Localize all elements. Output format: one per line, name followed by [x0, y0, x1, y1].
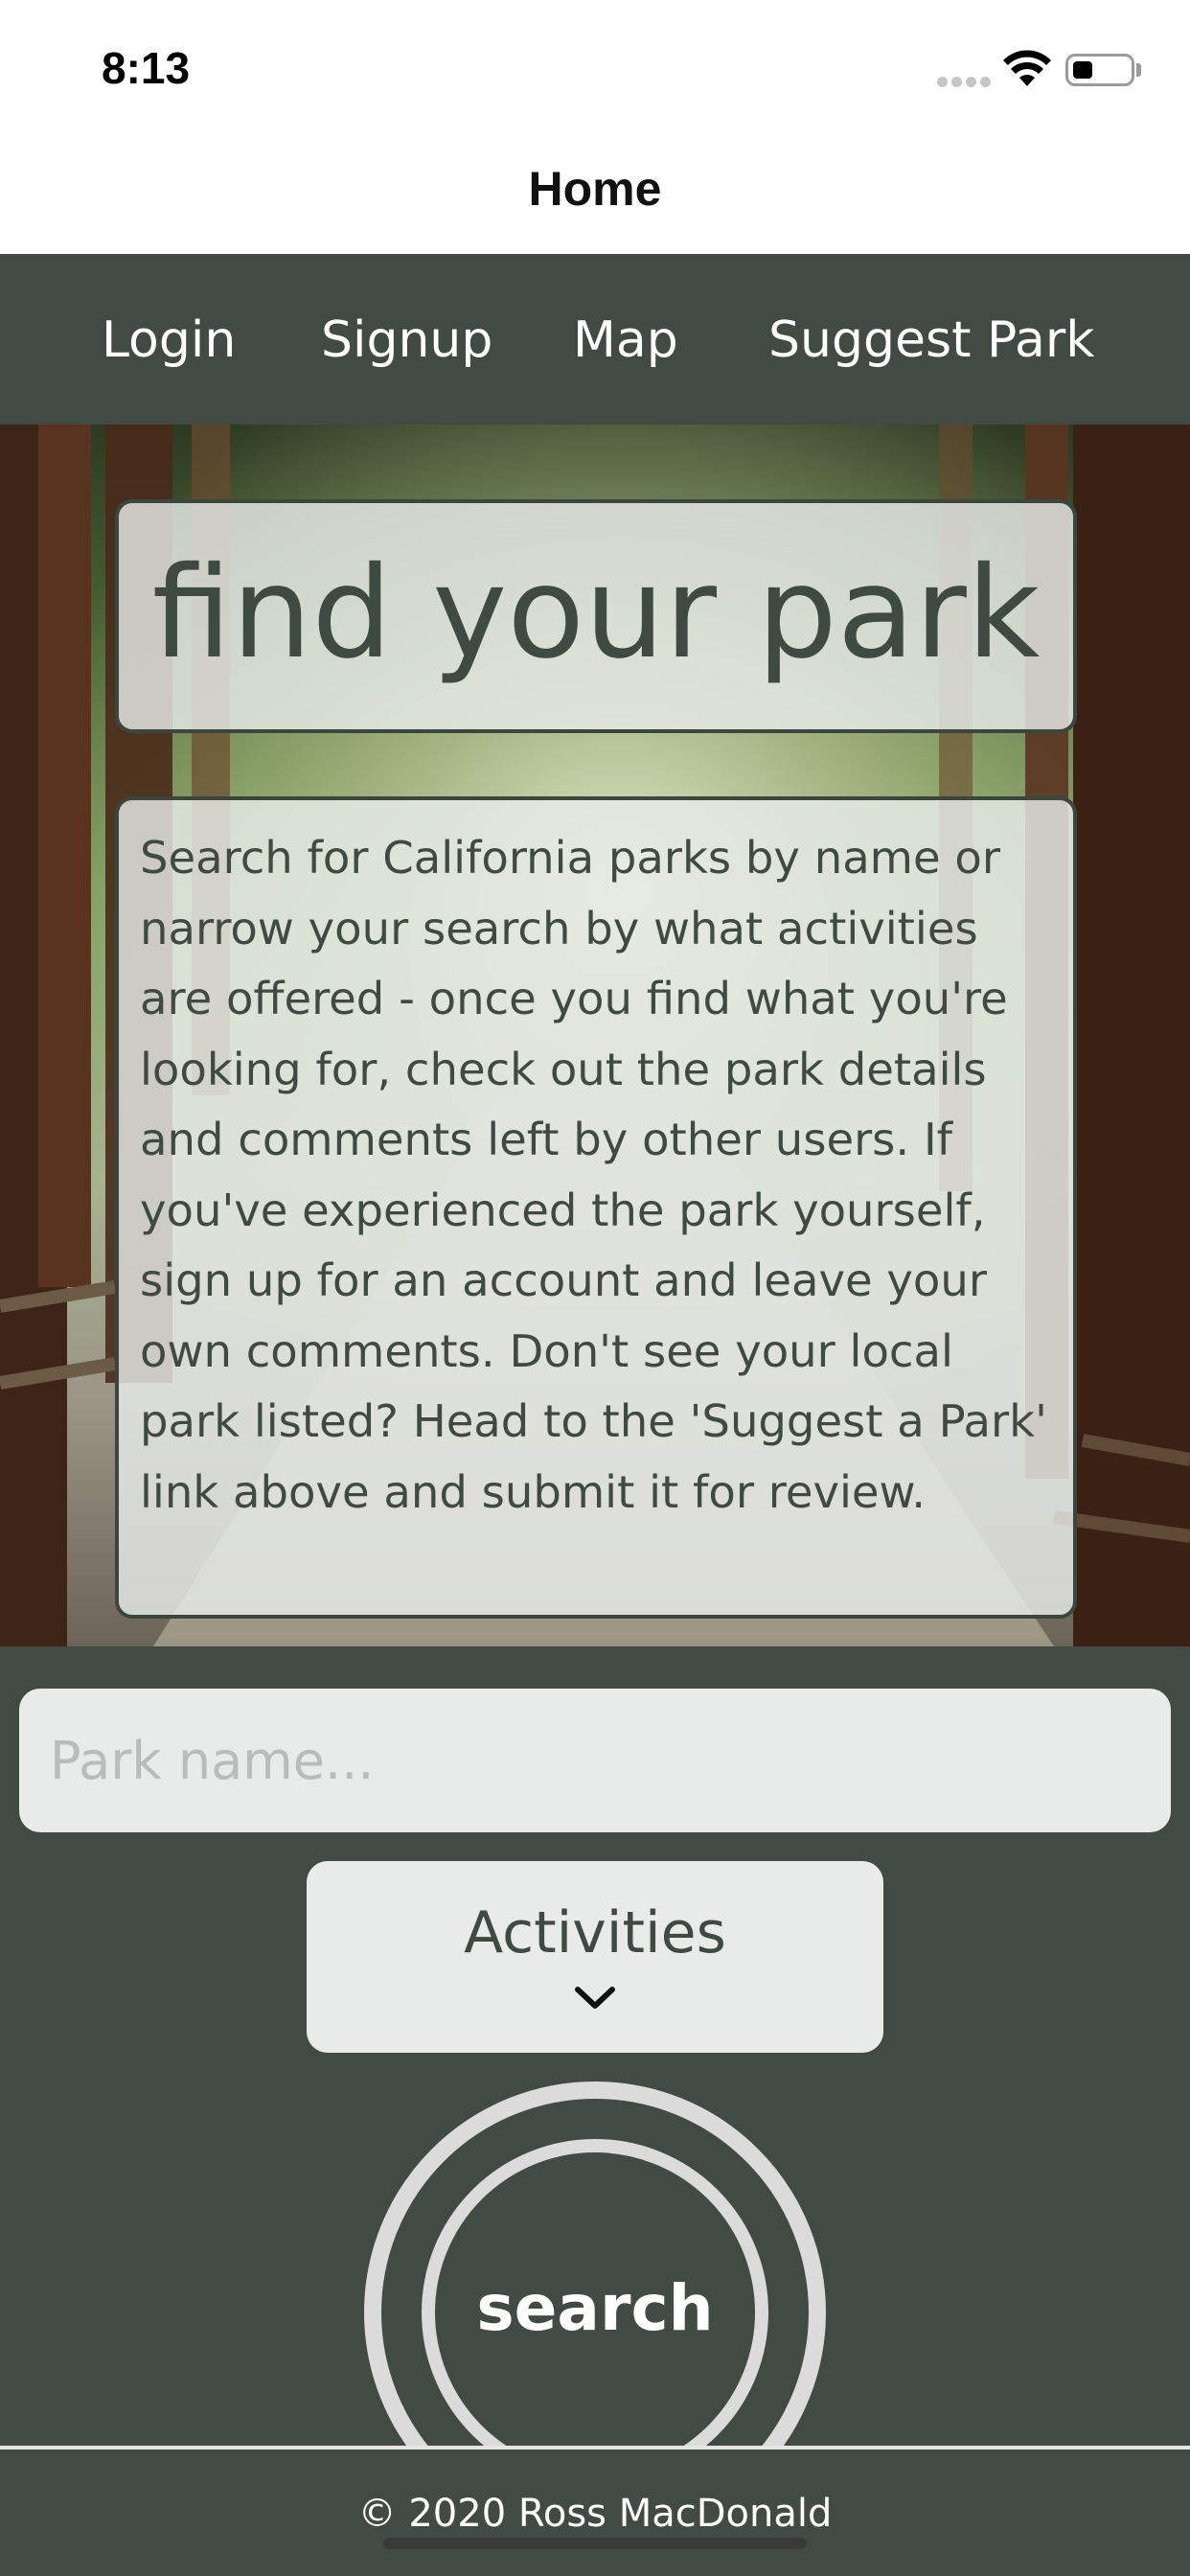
- nav-suggest-park-link[interactable]: Suggest Park: [768, 311, 1094, 369]
- footer-copyright: © 2020 Ross MacDonald: [357, 2492, 833, 2536]
- activities-dropdown-button[interactable]: Activities: [307, 1861, 883, 2053]
- wifi-icon: [1003, 50, 1051, 86]
- hero-section: find your park Search for California par…: [0, 425, 1190, 1646]
- battery-level: [1073, 61, 1092, 79]
- nav-signup-link[interactable]: Signup: [321, 311, 492, 369]
- hero-description-card: Search for California parks by name or n…: [115, 796, 1077, 1619]
- page-title: Home: [528, 162, 662, 216]
- search-button-label: search: [476, 2271, 714, 2345]
- status-time: 8:13: [102, 43, 191, 93]
- home-indicator: [383, 2538, 807, 2549]
- nav-login-link[interactable]: Login: [102, 311, 236, 369]
- park-name-input[interactable]: [19, 1689, 1171, 1832]
- status-bar: 8:13: [0, 0, 1190, 134]
- battery-icon: [1065, 54, 1134, 86]
- hero-title: find your park: [151, 540, 1041, 687]
- hero-title-card: find your park: [115, 499, 1077, 733]
- battery-cap: [1136, 63, 1141, 77]
- nav-map-link[interactable]: Map: [573, 311, 678, 369]
- footer: © 2020 Ross MacDonald: [0, 2446, 1190, 2576]
- chevron-down-icon: [575, 1987, 615, 2009]
- search-button[interactable]: search: [422, 2139, 768, 2486]
- activities-label: Activities: [464, 1899, 726, 1966]
- cellular-signal-icon: [937, 77, 993, 88]
- hero-description: Search for California parks by name or n…: [140, 832, 1047, 1518]
